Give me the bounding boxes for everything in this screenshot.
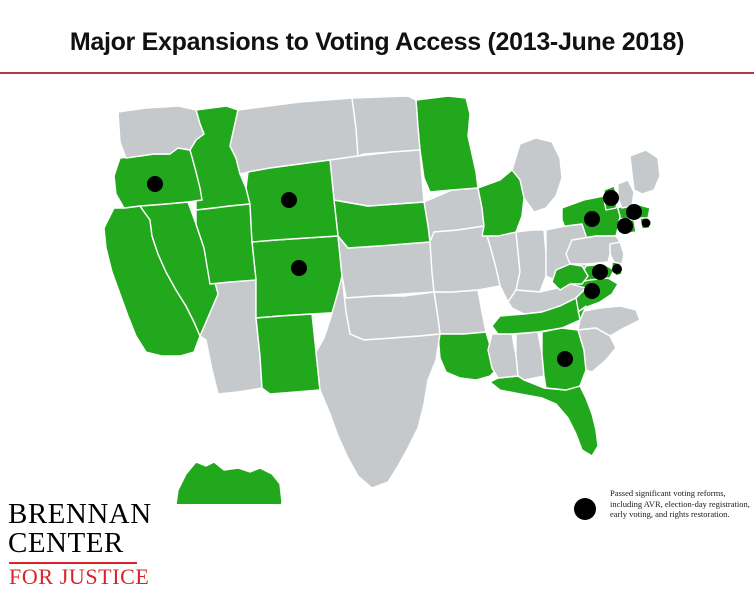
reform-dot-va [584,283,600,299]
legend-description: Passed significant voting reforms, inclu… [610,488,750,519]
reform-dot-vt [603,190,619,206]
state-in [515,229,547,293]
reform-dot-ga [557,351,573,367]
reform-dot-wy [281,192,297,208]
state-me [629,149,661,195]
map-svg [103,95,661,504]
reform-dot-co [291,260,307,276]
reform-dot-or [147,176,163,192]
reform-dot-md [592,264,608,280]
brennan-center-logo: BRENNAN CENTER FOR JUSTICE [8,500,158,592]
reform-dot-ct [617,218,633,234]
state-ar [433,289,487,335]
slide-root: Major Expansions to Voting Access (2013-… [0,0,754,600]
state-co [251,235,347,319]
map-legend: Passed significant voting reforms, inclu… [565,486,754,548]
page-title: Major Expansions to Voting Access (2013-… [69,28,685,56]
title-divider [0,72,754,74]
reform-dot-de [612,264,622,274]
reform-dot-ma [626,204,642,220]
state-fl [489,375,599,457]
legend-black-dot-icon [574,498,596,520]
state-wi [477,169,525,237]
logo-line-brennan: BRENNAN [8,498,152,530]
state-ne [333,199,431,249]
state-nm [255,313,321,395]
state-mn [415,95,479,193]
logo-line-center: CENTER [8,527,124,559]
state-al [515,331,545,381]
state-ak [175,461,283,504]
reform-dot-ny [584,211,600,227]
state-nj [609,241,625,265]
logo-line-for-justice: FOR JUSTICE [9,564,150,589]
state-nd [351,95,421,157]
us-choropleth-map [0,84,754,504]
state-sd [329,149,425,207]
state-nh [617,179,635,209]
reform-dot-ri [641,218,651,228]
